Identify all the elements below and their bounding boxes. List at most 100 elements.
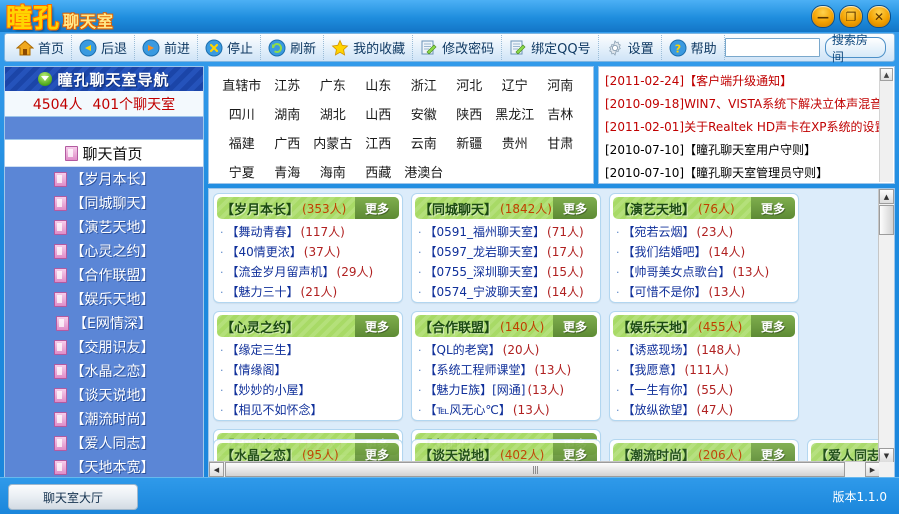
more-button[interactable]: 更多	[751, 197, 795, 219]
chatroom-list-item[interactable]: · 【0597_龙岩聊天室】 (17人)	[418, 243, 600, 260]
province-link[interactable]: 浙江	[401, 75, 447, 94]
chatroom-list-item[interactable]: · 【舞动青春】 (117人)	[220, 223, 402, 240]
chatroom-list-item[interactable]: · 【魅力三十】 (21人)	[220, 283, 402, 300]
announcement-item[interactable]: [2011-02-24]【客户端升级通知】	[605, 72, 892, 89]
sidebar-item-4[interactable]: 【合作联盟】	[5, 263, 203, 287]
toolbar-button-settings[interactable]: 设置	[599, 35, 662, 60]
chatroom-list-item[interactable]: · 【我愿意】 (111人)	[616, 361, 798, 378]
province-link[interactable]: 港澳台	[401, 162, 447, 181]
province-link[interactable]: 广东	[310, 75, 356, 94]
chatroom-list-item[interactable]: · 【系统工程师课堂】 (13人)	[418, 361, 600, 378]
sidebar-item-8[interactable]: 【水晶之恋】	[5, 359, 203, 383]
province-link[interactable]: 海南	[310, 162, 356, 181]
chatroom-list-item[interactable]: · 【0755_深圳聊天室】 (15人)	[418, 263, 600, 280]
more-button[interactable]: 更多	[751, 315, 795, 337]
province-link[interactable]: 湖北	[310, 104, 356, 123]
toolbar-button-help[interactable]: ? 帮助	[662, 35, 725, 60]
province-link[interactable]: 广西	[265, 133, 311, 152]
sidebar-item-10[interactable]: 【潮流时尚】	[5, 407, 203, 431]
toolbar-button-refresh[interactable]: 刷新	[261, 35, 325, 60]
announcement-scrollbar[interactable]: ▲	[879, 68, 893, 182]
more-button[interactable]: 更多	[355, 443, 399, 462]
province-link[interactable]: 甘肃	[538, 133, 584, 152]
minimize-button[interactable]: —	[811, 5, 835, 28]
chatroom-list-item[interactable]: · 【℡风无心℃】 (13人)	[418, 401, 600, 418]
chatroom-list-item[interactable]: · 【宛若云烟】 (23人)	[616, 223, 798, 240]
announcement-item[interactable]: [2010-07-10]【瞳孔聊天室用户守则】	[605, 141, 892, 158]
sidebar-item-chat-home[interactable]: 聊天首页	[5, 140, 203, 167]
province-link[interactable]: 山西	[356, 104, 402, 123]
sidebar-item-7[interactable]: 【交朋识友】	[5, 335, 203, 359]
scroll-up-button[interactable]: ▲	[879, 189, 894, 204]
chatroom-vertical-scrollbar[interactable]: ▲ ▼	[878, 189, 894, 463]
chatroom-horizontal-scrollbar[interactable]: ◀ ▶	[209, 461, 880, 477]
province-link[interactable]: 青海	[265, 162, 311, 181]
announcement-item[interactable]: [2010-09-18]WIN7、VISTA系统下解决立体声混音	[605, 95, 892, 112]
sidebar-item-2[interactable]: 【演艺天地】	[5, 215, 203, 239]
chatroom-lobby-task-button[interactable]: 聊天室大厅	[8, 484, 138, 510]
province-link[interactable]: 陕西	[447, 104, 493, 123]
search-room-button[interactable]: 搜索房间	[824, 33, 886, 64]
more-button[interactable]: 更多	[553, 315, 597, 337]
toolbar-button-bind-qq[interactable]: 绑定QQ号	[502, 35, 599, 60]
toolbar-button-change-password[interactable]: 修改密码	[413, 35, 503, 60]
chatroom-list-item[interactable]: · 【诱惑现场】 (148人)	[616, 341, 798, 358]
more-button[interactable]: 更多	[553, 197, 597, 219]
province-link[interactable]: 辽宁	[492, 75, 538, 94]
toolbar-button-stop[interactable]: 停止	[198, 35, 262, 60]
chatroom-list-item[interactable]: · 【可惜不是你】 (13人)	[616, 283, 798, 300]
province-link[interactable]: 西藏	[356, 162, 402, 181]
scroll-up-button[interactable]: ▲	[880, 68, 893, 81]
announcement-item[interactable]: [2011-02-01]关于Realtek HD声卡在XP系统的设置	[605, 118, 892, 135]
maximize-button[interactable]: ❐	[839, 5, 863, 28]
province-link[interactable]: 黑龙江	[492, 104, 538, 123]
sidebar-item-1[interactable]: 【同城聊天】	[5, 191, 203, 215]
more-button[interactable]: 更多	[751, 443, 795, 462]
announcement-item[interactable]: [2010-07-10]【瞳孔聊天室管理员守则】	[605, 164, 892, 181]
chatroom-list-item[interactable]: · 【相见不如怀念】	[220, 401, 402, 418]
chatroom-list-item[interactable]: · 【妙妙的小屋】	[220, 381, 402, 398]
chatroom-list-item[interactable]: · 【我们结婚吧】 (14人)	[616, 243, 798, 260]
province-link[interactable]: 福建	[219, 133, 265, 152]
province-link[interactable]: 内蒙古	[310, 133, 356, 152]
toolbar-button-favorites[interactable]: 我的收藏	[324, 35, 414, 60]
chatroom-list-item[interactable]: · 【40情更浓】 (37人)	[220, 243, 402, 260]
sidebar-item-12[interactable]: 【天地本宽】	[5, 455, 203, 477]
sidebar-item-9[interactable]: 【谈天说地】	[5, 383, 203, 407]
horizontal-scroll-thumb[interactable]	[225, 462, 845, 477]
chatroom-list-item[interactable]: · 【流金岁月留声机】 (29人)	[220, 263, 402, 280]
province-link[interactable]: 江西	[356, 133, 402, 152]
sidebar-item-5[interactable]: 【娱乐天地】	[5, 287, 203, 311]
province-link[interactable]: 宁夏	[219, 162, 265, 181]
toolbar-button-home[interactable]: 首页	[9, 35, 73, 60]
province-link[interactable]: 四川	[219, 104, 265, 123]
scroll-right-button[interactable]: ▶	[865, 462, 880, 477]
sidebar-item-11[interactable]: 【爱人同志】	[5, 431, 203, 455]
province-link[interactable]: 河北	[447, 75, 493, 94]
chatroom-list-item[interactable]: · 【缘定三生】	[220, 341, 402, 358]
province-link[interactable]: 安徽	[401, 104, 447, 123]
sidebar-item-3[interactable]: 【心灵之约】	[5, 239, 203, 263]
more-button[interactable]: 更多	[355, 315, 399, 337]
province-link[interactable]: 河南	[538, 75, 584, 94]
chatroom-list-item[interactable]: · 【QL的老窝】 (20人)	[418, 341, 600, 358]
sidebar-item-6[interactable]: 【E网情深】	[5, 311, 203, 335]
more-button[interactable]: 更多	[355, 197, 399, 219]
province-link[interactable]: 贵州	[492, 133, 538, 152]
toolbar-button-back[interactable]: 后退	[72, 35, 136, 60]
search-input[interactable]	[725, 39, 819, 56]
province-link[interactable]: 山东	[356, 75, 402, 94]
chatroom-list-item[interactable]: · 【0574_宁波聊天室】 (14人)	[418, 283, 600, 300]
sidebar-item-0[interactable]: 【岁月本长】	[5, 167, 203, 191]
province-link[interactable]: 云南	[401, 133, 447, 152]
province-link[interactable]: 江苏	[265, 75, 311, 94]
toolbar-button-forward[interactable]: 前进	[135, 35, 199, 60]
chatroom-list-item[interactable]: · 【帅哥美女点歌台】 (13人)	[616, 263, 798, 280]
chatroom-list-item[interactable]: · 【一生有你】 (55人)	[616, 381, 798, 398]
scroll-left-button[interactable]: ◀	[209, 462, 224, 477]
scroll-down-button[interactable]: ▼	[879, 448, 894, 463]
chatroom-list-item[interactable]: · 【0591_福州聊天室】 (71人)	[418, 223, 600, 240]
province-link[interactable]: 直辖市	[219, 75, 265, 94]
province-link[interactable]: 湖南	[265, 104, 311, 123]
province-link[interactable]: 新疆	[447, 133, 493, 152]
